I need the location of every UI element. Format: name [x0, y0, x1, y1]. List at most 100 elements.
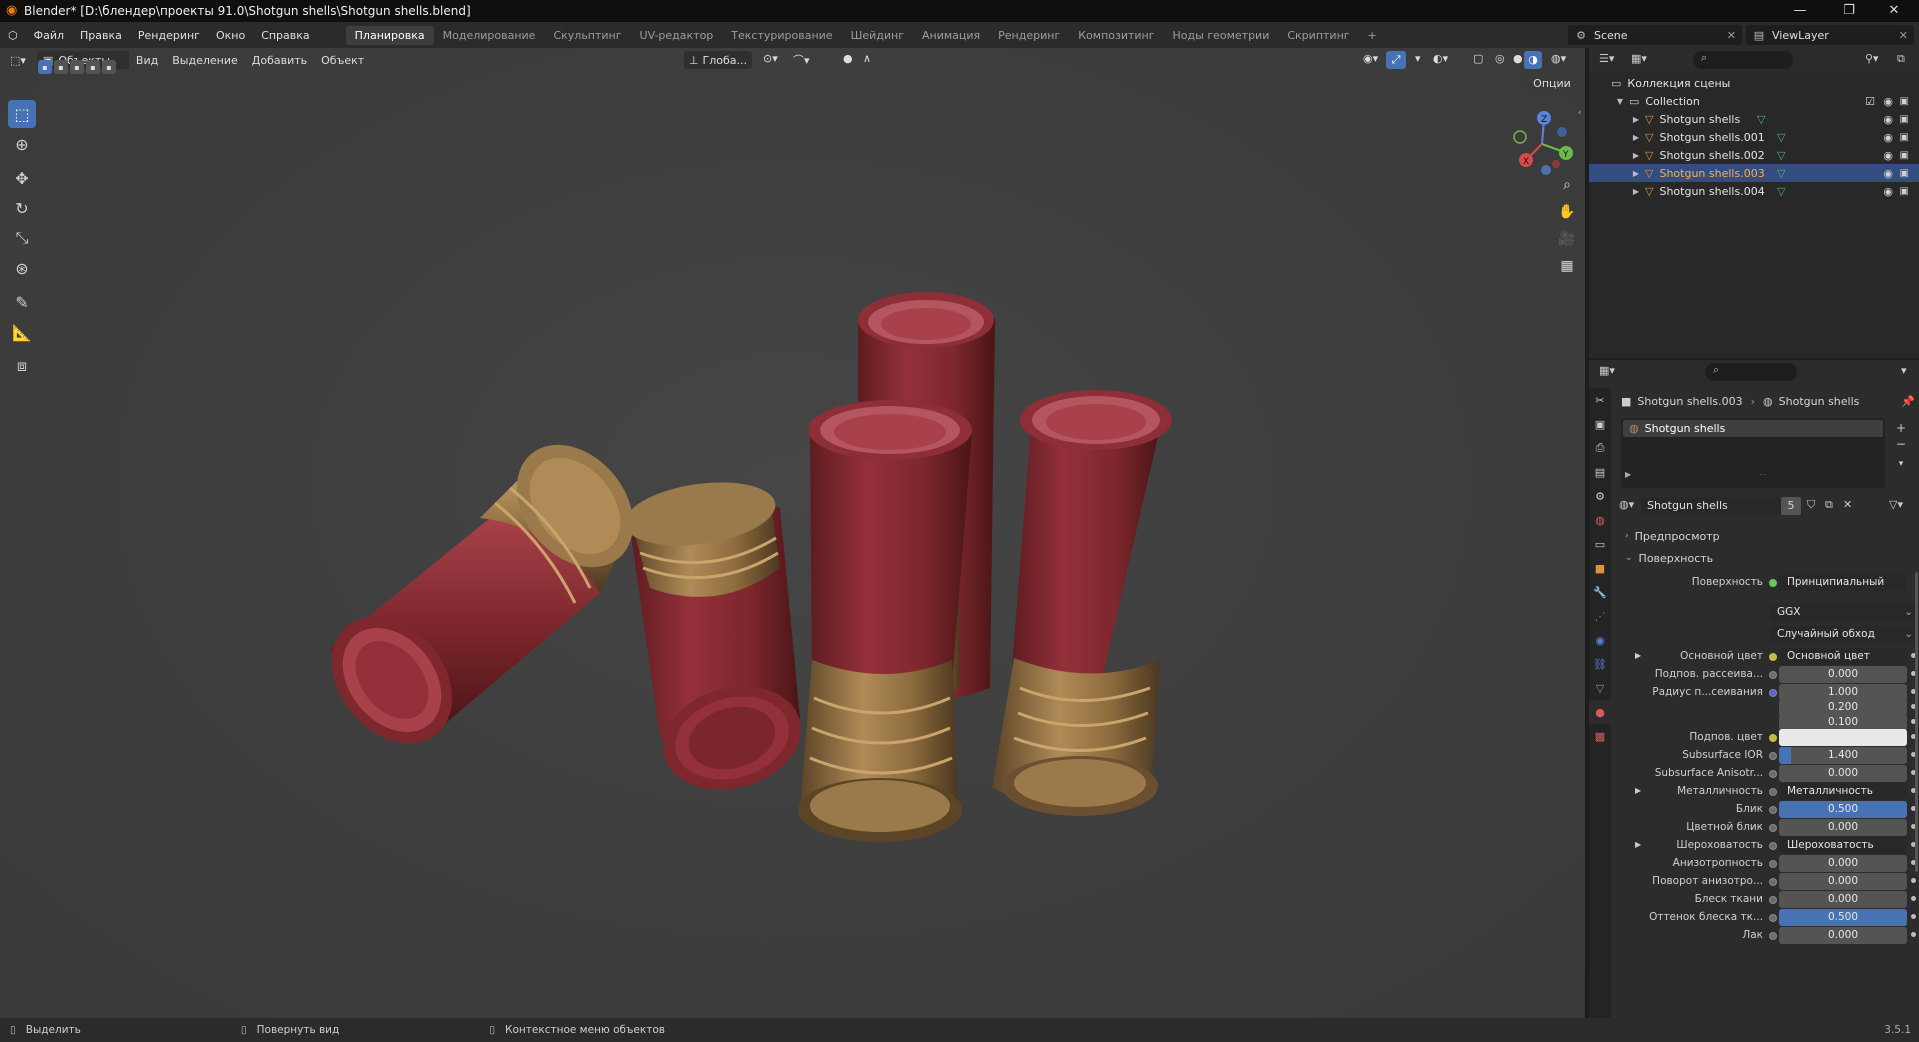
scene-render[interactable]	[0, 48, 1585, 1018]
world-tab-icon[interactable]: ◍	[1589, 508, 1611, 532]
socket-icon[interactable]	[1769, 824, 1777, 832]
eye-icon[interactable]: ◉	[1883, 185, 1893, 198]
socket-icon[interactable]	[1769, 860, 1777, 868]
shader-input-field[interactable]: 0.000	[1779, 855, 1907, 872]
scene-collection-row[interactable]: ▭ Коллекция сцены	[1589, 74, 1919, 92]
socket-icon[interactable]	[1769, 788, 1777, 796]
list-item-selected[interactable]: ▶ ▽ Shotgun shells.003 ▽ ◉ ▣	[1589, 164, 1919, 182]
render-tab-icon[interactable]: ▣	[1589, 412, 1611, 436]
pin-icon[interactable]: 📌	[1901, 395, 1915, 408]
socket-icon[interactable]	[1769, 770, 1777, 778]
slot-list-resize-icon[interactable]: ⋯	[1759, 470, 1767, 479]
shotgun-shell-left[interactable]	[307, 422, 657, 767]
list-item[interactable]: ▶ ▽ Shotgun shells.001 ▽ ◉ ▣	[1589, 128, 1919, 146]
unlink-material-icon[interactable]: ✕	[1843, 498, 1852, 511]
shader-input-field[interactable]: Шероховатость	[1779, 837, 1907, 854]
camera-icon[interactable]: ▣	[1900, 150, 1909, 161]
tab-uv-editing[interactable]: UV-редактор	[631, 26, 723, 45]
scene-tab-icon[interactable]: ⚙	[1589, 484, 1611, 508]
expand-icon[interactable]: ▶	[1631, 133, 1641, 142]
duplicate-material-icon[interactable]: ⧉	[1825, 498, 1833, 512]
properties-scrollbar[interactable]	[1915, 572, 1918, 872]
mesh-data-icon[interactable]: ▽	[1777, 131, 1785, 144]
3d-viewport[interactable]: ⬚▾ ▣Объекты Вид Выделение Добавить Объек…	[0, 48, 1585, 1018]
shader-input-field[interactable]: 0.500	[1779, 909, 1907, 926]
keyframe-icon[interactable]	[1911, 932, 1916, 937]
expand-input-icon[interactable]: ▶	[1635, 840, 1641, 849]
socket-icon[interactable]	[1769, 806, 1777, 814]
shotgun-shell-right[interactable]	[992, 390, 1172, 816]
eye-icon[interactable]: ◉	[1883, 113, 1893, 126]
menu-edit[interactable]: Правка	[72, 29, 130, 42]
keyframe-icon[interactable]	[1911, 878, 1916, 883]
tab-geometry-nodes[interactable]: Ноды геометрии	[1164, 26, 1279, 45]
close-scene-icon[interactable]: ✕	[1727, 29, 1736, 42]
list-item[interactable]: ▶ ▽ Shotgun shells.002 ▽ ◉ ▣	[1589, 146, 1919, 164]
tab-modeling[interactable]: Моделирование	[434, 26, 545, 45]
tab-texture-paint[interactable]: Текстурирование	[722, 26, 841, 45]
shotgun-shell-middle[interactable]	[621, 474, 813, 805]
remove-slot-icon[interactable]: −	[1893, 436, 1909, 452]
menu-help[interactable]: Справка	[253, 29, 317, 42]
modifiers-tab-icon[interactable]: 🔧	[1589, 580, 1611, 604]
properties-search-input[interactable]: ⌕	[1705, 363, 1797, 381]
material-users-count[interactable]: 5	[1781, 497, 1801, 515]
camera-icon[interactable]: ▣	[1900, 168, 1909, 179]
surface-shader-field[interactable]: Принципиальный BSDF	[1779, 574, 1907, 591]
material-slot-row[interactable]: ◍ Shotgun shells	[1623, 420, 1883, 437]
menu-window[interactable]: Окно	[208, 29, 253, 42]
tab-shading[interactable]: Шейдинг	[842, 26, 913, 45]
material-name-field[interactable]: Shotgun shells	[1641, 497, 1781, 515]
object-tab-icon[interactable]: ■	[1589, 556, 1611, 580]
slot-list-expand-icon[interactable]: ▶	[1625, 470, 1631, 479]
expand-input-icon[interactable]: ▶	[1635, 786, 1641, 795]
expand-input-icon[interactable]: ▶	[1635, 651, 1641, 660]
tab-rendering[interactable]: Рендеринг	[989, 26, 1069, 45]
shader-input-field[interactable]: 0.000	[1779, 927, 1907, 944]
tool-tab-icon[interactable]: ✂	[1589, 388, 1611, 412]
menu-file[interactable]: Файл	[26, 29, 72, 42]
surface-panel-header[interactable]: ⌄ Поверхность	[1619, 548, 1911, 568]
keyframe-icon[interactable]	[1911, 896, 1916, 901]
socket-icon[interactable]	[1769, 734, 1777, 742]
list-item[interactable]: ▶ ▽ Shotgun shells ▽ ◉ ▣	[1589, 110, 1919, 128]
close-view-layer-icon[interactable]: ✕	[1899, 29, 1908, 42]
tab-sculpting[interactable]: Скульптинг	[544, 26, 630, 45]
shader-input-field[interactable]: Основной цвет	[1779, 648, 1907, 665]
slot-menu-icon[interactable]: ▾	[1893, 456, 1909, 472]
display-mode-icon[interactable]: ▦▾	[1631, 52, 1647, 65]
shader-input-field[interactable]: Металличность	[1779, 783, 1907, 800]
keyframe-icon[interactable]	[1911, 914, 1916, 919]
shader-input-field[interactable]: 1.400	[1779, 747, 1907, 764]
restore-icon[interactable]: ❐	[1832, 0, 1866, 22]
mesh-data-icon[interactable]: ▽	[1777, 185, 1785, 198]
expand-icon[interactable]: ▶	[1631, 151, 1641, 160]
camera-icon[interactable]: ▣	[1900, 132, 1909, 143]
collection-tab-icon[interactable]: ▭	[1589, 532, 1611, 556]
subsurface-method-dropdown[interactable]: Случайный обход ⌄	[1769, 626, 1919, 643]
mesh-data-icon[interactable]: ▽	[1777, 167, 1785, 180]
list-item[interactable]: ▶ ▽ Shotgun shells.004 ▽ ◉ ▣	[1589, 182, 1919, 200]
shader-input-field[interactable]: 0.000	[1779, 873, 1907, 890]
menu-render[interactable]: Рендеринг	[130, 29, 208, 42]
camera-icon[interactable]: ▣	[1900, 114, 1909, 125]
eye-icon[interactable]: ◉	[1883, 149, 1893, 162]
distribution-dropdown[interactable]: GGX ⌄	[1769, 604, 1919, 621]
collection-row[interactable]: ▼ ▭ Collection ☑ ◉ ▣	[1589, 92, 1919, 110]
close-icon[interactable]: ✕	[1877, 0, 1911, 22]
socket-icon[interactable]	[1769, 878, 1777, 886]
shader-input-field[interactable]: 0.000	[1779, 666, 1907, 683]
view-layer-tab-icon[interactable]: ▤	[1589, 460, 1611, 484]
eye-icon[interactable]: ◉	[1883, 131, 1893, 144]
expand-collection-icon[interactable]: ▼	[1615, 97, 1625, 106]
socket-icon[interactable]	[1769, 671, 1777, 679]
new-collection-icon[interactable]: ⧉	[1897, 52, 1905, 66]
mesh-data-icon[interactable]: ▽	[1757, 113, 1765, 126]
socket-icon[interactable]	[1769, 653, 1777, 661]
scene-selector[interactable]: ⚙ Scene ✕	[1568, 25, 1742, 45]
shader-input-field[interactable]: 0.000	[1779, 819, 1907, 836]
output-tab-icon[interactable]: ⎙	[1589, 436, 1611, 460]
shader-input-field[interactable]: 0.000	[1779, 765, 1907, 782]
properties-options-icon[interactable]: ▾	[1901, 364, 1907, 377]
preview-panel-header[interactable]: › Предпросмотр	[1619, 526, 1911, 546]
